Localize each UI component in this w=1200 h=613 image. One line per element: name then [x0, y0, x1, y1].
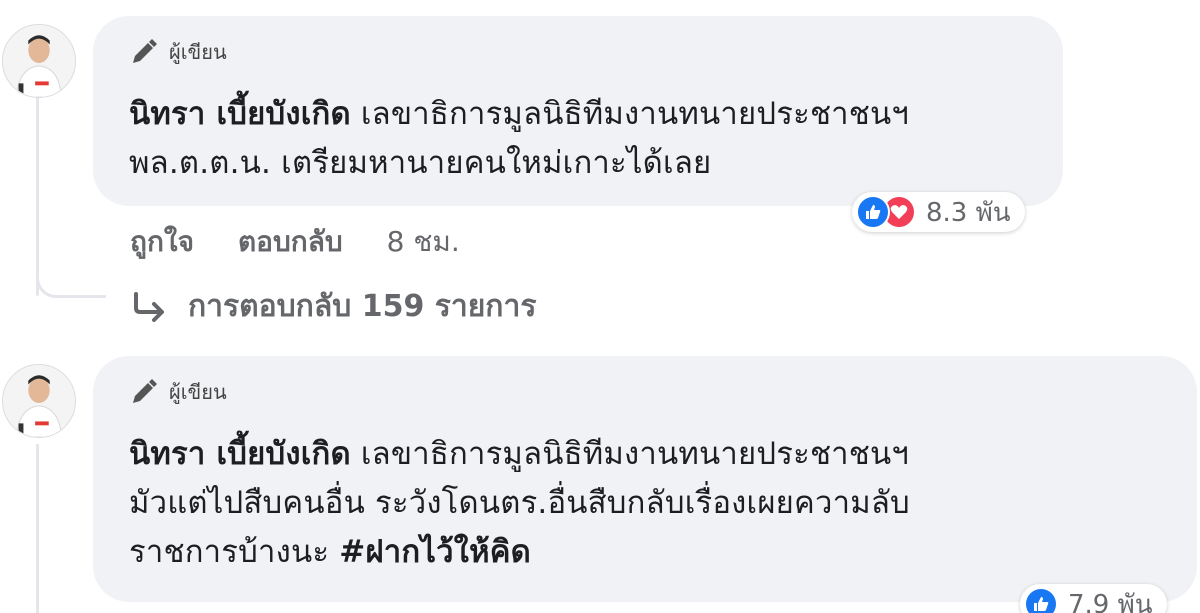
reply-arrow-icon — [130, 290, 170, 324]
timestamp[interactable]: 8 ชม. — [387, 220, 460, 264]
reactions-summary[interactable]: 7.9 พัน — [1020, 584, 1167, 613]
author-badge: ผู้เขียน — [129, 376, 227, 408]
comment-text: นิทรา เบี้ยบังเกิด เลขาธิการมูลนิธิทีมงา… — [129, 90, 909, 188]
reply-link[interactable]: ตอบกลับ — [238, 220, 343, 264]
avatar-image — [3, 365, 75, 437]
like-link[interactable]: ถูกใจ — [130, 220, 194, 264]
like-icon — [1024, 587, 1058, 613]
like-icon — [856, 195, 890, 229]
reaction-count: 7.9 พัน — [1068, 589, 1153, 613]
hashtag-link[interactable]: #ฝากไว้ให้คิด — [339, 534, 531, 570]
avatar[interactable] — [2, 24, 76, 98]
comment-bubble: ผู้เขียน นิทรา เบี้ยบังเกิด เลขาธิการมูล… — [93, 356, 1197, 602]
author-badge-label: ผู้เขียน — [169, 40, 227, 64]
view-replies-link[interactable]: การตอบกลับ 159 รายการ — [130, 283, 536, 330]
thread-line-curve — [36, 270, 106, 298]
comment-author-name[interactable]: นิทรา เบี้ยบังเกิด — [129, 436, 351, 472]
comment-author-name[interactable]: นิทรา เบี้ยบังเกิด — [129, 96, 351, 132]
reaction-count: 8.3 พัน — [926, 197, 1011, 228]
author-badge-label: ผู้เขียน — [169, 380, 227, 404]
avatar-image — [3, 25, 75, 97]
comment-bubble: ผู้เขียน นิทรา เบี้ยบังเกิด เลขาธิการมูล… — [93, 16, 1063, 206]
comment-actions: ถูกใจ ตอบกลับ 8 ชม. — [130, 220, 460, 264]
avatar[interactable] — [2, 364, 76, 438]
view-replies-label: การตอบกลับ 159 รายการ — [188, 289, 537, 324]
author-badge: ผู้เขียน — [129, 36, 227, 68]
pen-icon — [129, 377, 159, 407]
comment-text: นิทรา เบี้ยบังเกิด เลขาธิการมูลนิธิทีมงา… — [129, 430, 910, 577]
thread-line — [36, 96, 39, 296]
pen-icon — [129, 37, 159, 67]
thread-line — [36, 444, 39, 613]
reactions-summary[interactable]: 8.3 พัน — [852, 192, 1025, 232]
